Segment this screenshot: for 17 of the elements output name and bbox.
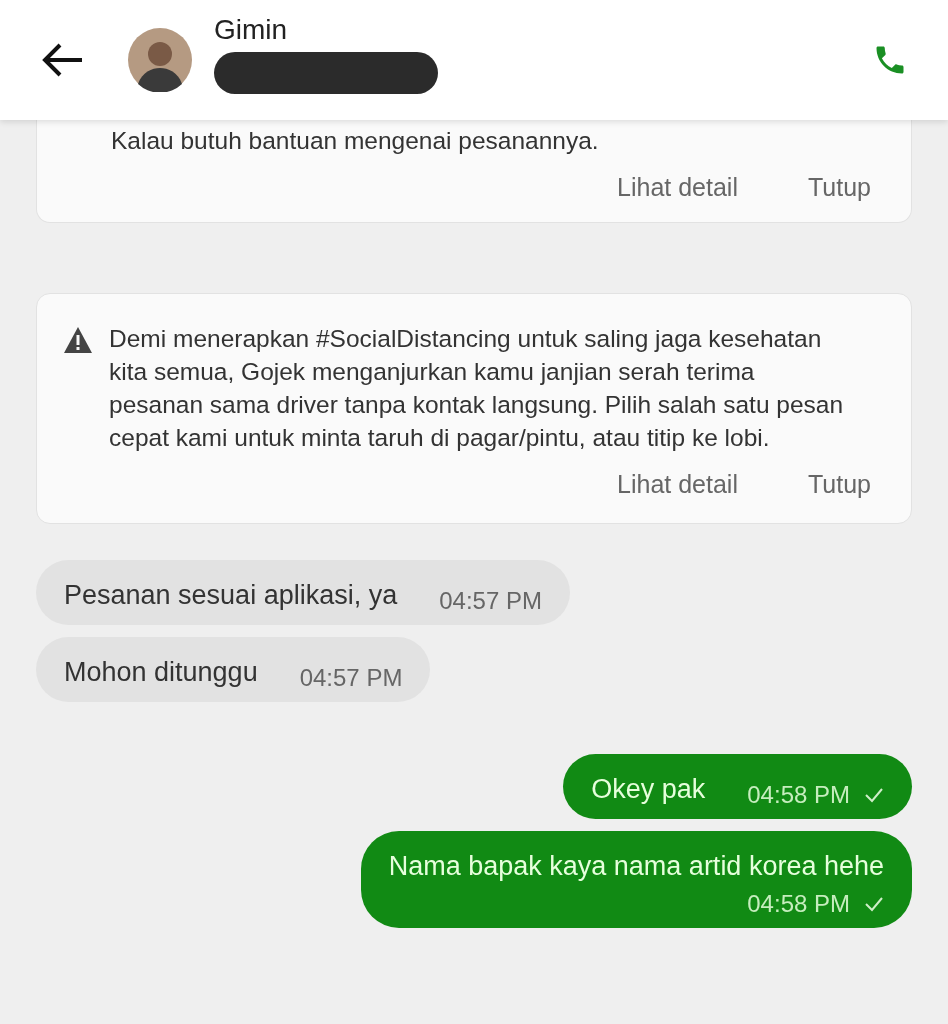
message-time: 04:58 PM [747, 781, 850, 809]
notice-text: Demi menerapkan #SocialDistancing untuk saling jaga kesehatan kita semua, Gojek menganjurkan kamu janjian serah terima pesanan sama driver tanpa kontak langsung. Pilih salah satu pesan cepat kami untuk minta taruh di pagar/pintu, atau titip ke lobi. [109, 324, 845, 453]
notice-link[interactable]: Lihat detail [617, 173, 738, 202]
notice-link[interactable]: Tutup [808, 470, 871, 499]
notice-link[interactable]: Tutup [808, 173, 871, 202]
message-text: Mohon ditunggu [64, 657, 258, 688]
message-text: Okey pak [591, 774, 706, 805]
message-time: 04:57 PM [439, 587, 542, 615]
message-text: Pesanan sesuai aplikasi, ya [64, 580, 398, 611]
contact-name: Gimin [214, 14, 289, 46]
notice-text: Kalau butuh bantuan mengenai pesanannya. [110, 126, 599, 156]
message-time: 04:57 PM [299, 664, 403, 692]
message-text: Nama bapak kaya nama artid korea hehe [388, 851, 884, 882]
notice-link[interactable]: Lihat detail [617, 470, 738, 499]
back-arrow-icon[interactable] [40, 42, 84, 78]
avatar [128, 28, 192, 92]
message-time: 04:58 PM [747, 890, 850, 918]
